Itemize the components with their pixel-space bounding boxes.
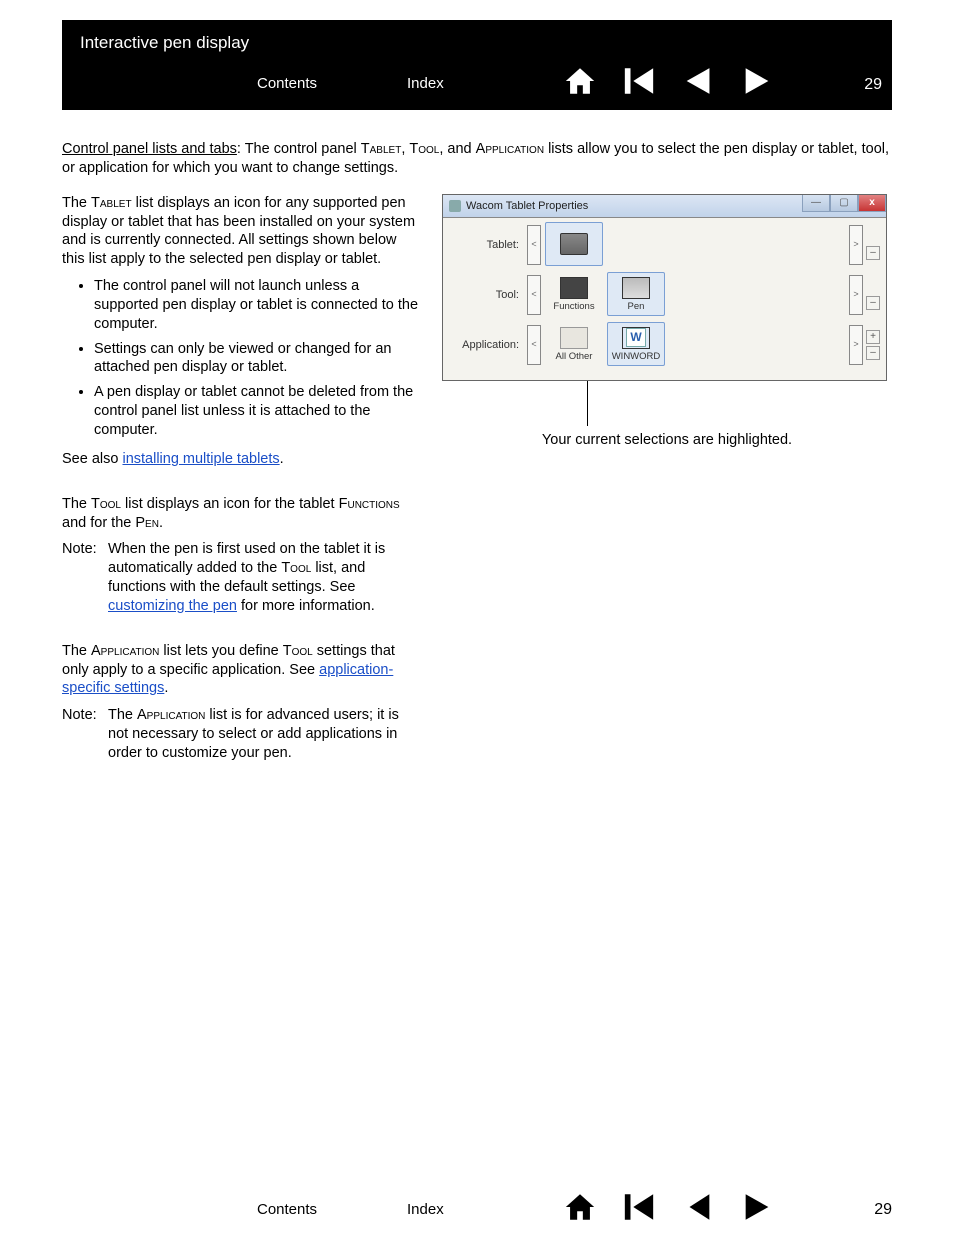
application-list-paragraph: The Application list lets you define Too…	[62, 642, 422, 699]
application-strip: All Other WINWORD	[541, 322, 849, 368]
pen-icon	[622, 277, 650, 299]
next-page-icon[interactable]	[739, 64, 775, 104]
customizing-pen-link[interactable]: customizing the pen	[108, 598, 237, 614]
window-app-icon	[449, 200, 461, 212]
panel-body: Tablet: < > + –	[443, 218, 886, 380]
all-other-item[interactable]: All Other	[545, 322, 603, 366]
tool-strip: Functions Pen	[541, 272, 849, 318]
intro-paragraph: Control panel lists and tabs: The contro…	[62, 140, 892, 178]
scroll-right-button[interactable]: >	[849, 275, 863, 315]
nav-icons	[562, 1190, 775, 1230]
note-label: Note:	[62, 540, 102, 615]
tool-list-paragraph: The Tool list displays an icon for the t…	[62, 495, 422, 533]
window-controls: — ▢ x	[802, 195, 886, 213]
remove-button[interactable]: –	[866, 346, 880, 360]
all-other-icon	[560, 327, 588, 349]
item-label: All Other	[556, 351, 593, 363]
item-label: WINWORD	[612, 351, 661, 363]
index-link[interactable]: Index	[407, 74, 552, 94]
remove-button[interactable]: –	[866, 246, 880, 260]
footer-nav: Contents Index	[257, 1190, 897, 1230]
list-item: Settings can only be viewed or changed f…	[94, 340, 422, 378]
page-header: Interactive pen display Contents Index 2…	[62, 20, 892, 110]
contents-link[interactable]: Contents	[257, 74, 407, 94]
side-buttons: + –	[866, 330, 880, 360]
maximize-button[interactable]: ▢	[830, 195, 858, 212]
scroll-right-button[interactable]: >	[849, 225, 863, 265]
application-row: Application: < All Other WINWORD	[449, 322, 880, 368]
page-number: 29	[864, 75, 882, 96]
scroll-left-button[interactable]: <	[527, 325, 541, 365]
contents-link[interactable]: Contents	[257, 1200, 407, 1220]
functions-item[interactable]: Functions	[545, 272, 603, 316]
close-button[interactable]: x	[858, 195, 886, 212]
nav-icons	[562, 64, 775, 104]
window-titlebar: Wacom Tablet Properties — ▢ x	[443, 195, 886, 218]
tablet-strip	[541, 222, 849, 268]
note-label: Note:	[62, 706, 102, 763]
tablet-icon	[560, 233, 588, 255]
tablet-item[interactable]	[545, 222, 603, 266]
tool-row: Tool: < Functions Pen >	[449, 272, 880, 318]
intro-lead: Control panel lists and tabs	[62, 141, 237, 157]
tablet-notes-list: The control panel will not launch unless…	[62, 277, 422, 440]
wacom-properties-window: Wacom Tablet Properties — ▢ x Tablet: <	[442, 194, 887, 381]
scroll-right-button[interactable]: >	[849, 325, 863, 365]
prev-page-icon[interactable]	[680, 1190, 716, 1230]
scroll-left-button[interactable]: <	[527, 275, 541, 315]
list-item: The control panel will not launch unless…	[94, 277, 422, 334]
callout-line	[587, 381, 588, 426]
window-title: Wacom Tablet Properties	[466, 199, 588, 213]
word-icon	[622, 327, 650, 349]
note-body: When the pen is first used on the tablet…	[108, 540, 422, 615]
index-link[interactable]: Index	[407, 1200, 552, 1220]
item-label: Functions	[553, 301, 594, 313]
side-buttons: + –	[866, 230, 880, 260]
side-buttons: + –	[866, 280, 880, 310]
tool-note: Note: When the pen is first used on the …	[62, 540, 422, 615]
left-column: The Tablet list displays an icon for any…	[62, 194, 422, 763]
page-footer: Contents Index 29	[62, 1175, 892, 1235]
minimize-button[interactable]: —	[802, 195, 830, 212]
item-label: Pen	[628, 301, 645, 313]
page-content: Control panel lists and tabs: The contro…	[62, 140, 892, 763]
application-note: Note: The Application list is for advanc…	[62, 706, 422, 763]
functions-icon	[560, 277, 588, 299]
right-column: Wacom Tablet Properties — ▢ x Tablet: <	[442, 194, 892, 763]
winword-item[interactable]: WINWORD	[607, 322, 665, 366]
home-icon[interactable]	[562, 1190, 598, 1230]
header-title: Interactive pen display	[80, 32, 249, 54]
note-body: The Application list is for advanced use…	[108, 706, 422, 763]
next-page-icon[interactable]	[739, 1190, 775, 1230]
remove-button[interactable]: –	[866, 296, 880, 310]
pen-item[interactable]: Pen	[607, 272, 665, 316]
prev-page-icon[interactable]	[680, 64, 716, 104]
application-label: Application:	[449, 338, 527, 352]
tool-label: Tool:	[449, 288, 527, 302]
callout: Your current selections are highlighted.	[442, 431, 892, 450]
installing-multiple-tablets-link[interactable]: installing multiple tablets	[122, 451, 279, 467]
tablet-label: Tablet:	[449, 238, 527, 252]
scroll-left-button[interactable]: <	[527, 225, 541, 265]
home-icon[interactable]	[562, 64, 598, 104]
page-number: 29	[874, 1200, 892, 1221]
first-page-icon[interactable]	[621, 64, 657, 104]
tablet-list-paragraph: The Tablet list displays an icon for any…	[62, 194, 422, 269]
first-page-icon[interactable]	[621, 1190, 657, 1230]
see-also: See also installing multiple tablets.	[62, 450, 422, 469]
header-nav: Contents Index	[257, 64, 897, 104]
list-item: A pen display or tablet cannot be delete…	[94, 383, 422, 440]
add-button[interactable]: +	[866, 330, 880, 344]
tablet-row: Tablet: < > + –	[449, 222, 880, 268]
callout-text: Your current selections are highlighted.	[542, 432, 792, 448]
